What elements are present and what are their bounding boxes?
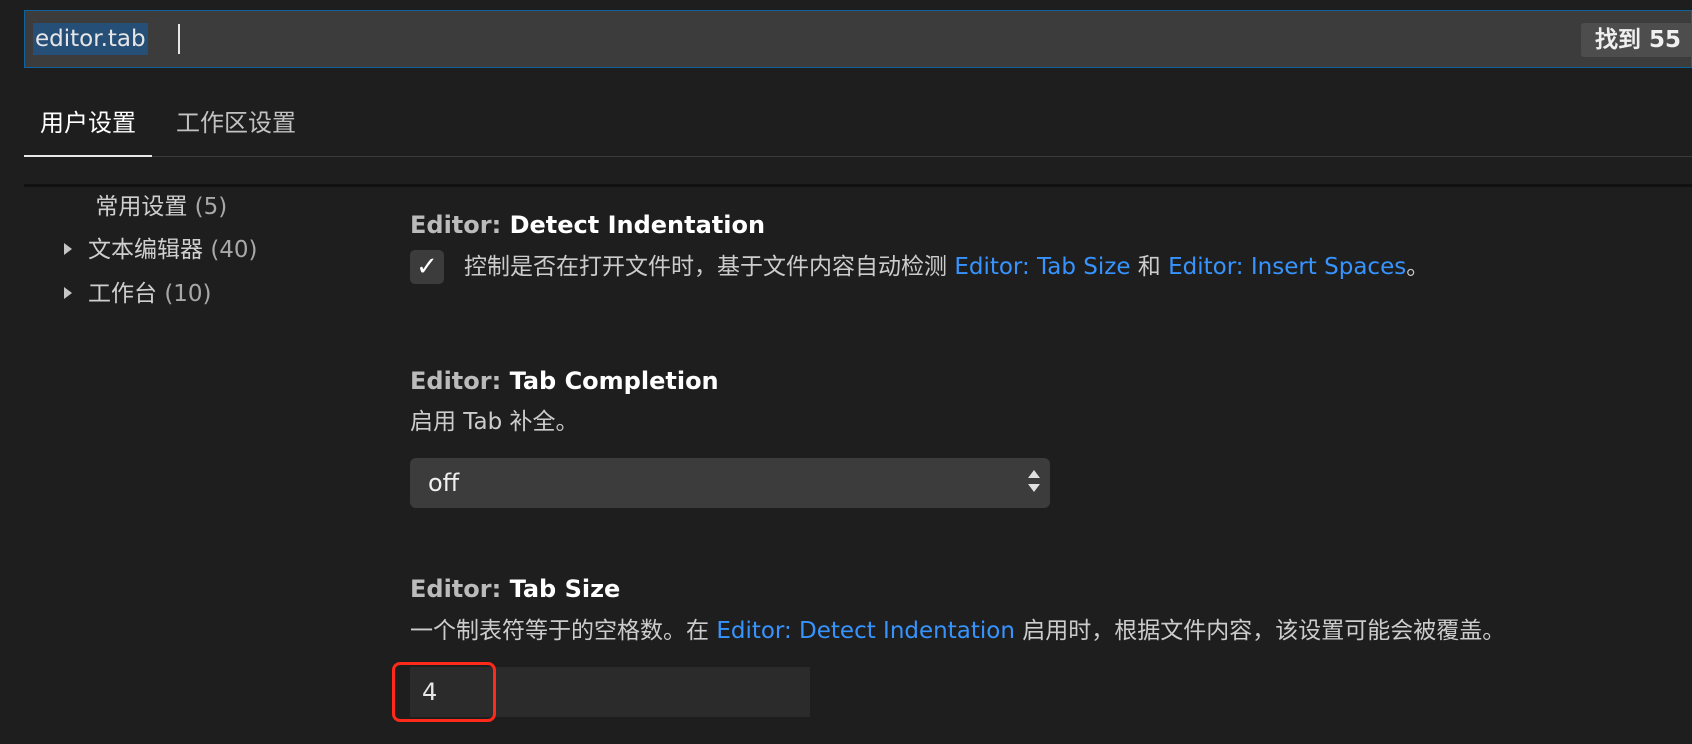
chevron-right-icon[interactable] — [64, 242, 72, 255]
setting-description-tab-size: 一个制表符等于的空格数。在 Editor: Detect Indentation… — [410, 614, 1505, 648]
text-caret — [178, 24, 180, 54]
sidebar-item-count: (10) — [164, 281, 212, 307]
setting-description-tab-completion: 启用 Tab 补全。 — [410, 409, 579, 435]
setting-description-detect-indentation: 控制是否在打开文件时，基于文件内容自动检测 Editor: Tab Size 和… — [464, 250, 1429, 284]
settings-scope-tabs: 用户设置 工作区设置 — [24, 100, 1692, 157]
search-result-count: 找到 55 — [1580, 23, 1691, 57]
link-editor-detect-indentation[interactable]: Editor: Detect Indentation — [716, 618, 1015, 644]
tab-user-settings[interactable]: 用户设置 — [24, 100, 152, 157]
arrow-down-icon — [1028, 484, 1040, 492]
sidebar-item-label: 常用设置 — [95, 194, 188, 220]
sidebar-item-workbench[interactable]: 工作台 (10) — [64, 277, 212, 311]
search-input-value[interactable]: editor.tab — [33, 23, 148, 55]
setting-category: Editor: — [410, 575, 510, 603]
setting-name: Tab Size — [509, 575, 621, 603]
sidebar-item-text-editor[interactable]: 文本编辑器 (40) — [64, 233, 258, 267]
chevron-right-icon[interactable] — [64, 286, 72, 299]
description-text: 和 — [1130, 254, 1169, 280]
sidebar-item-label: 工作台 — [88, 281, 157, 307]
settings-editor: editor.tab 找到 55 用户设置 工作区设置 常用设置 (5) 文本编… — [0, 0, 1692, 744]
setting-name: Detect Indentation — [509, 211, 766, 239]
setting-name: Tab Completion — [509, 367, 719, 395]
setting-title-tab-size: Editor: Tab Size — [410, 572, 620, 606]
select-updown-icon — [1028, 470, 1040, 496]
settings-search-box[interactable]: editor.tab 找到 55 — [24, 10, 1692, 68]
setting-title-detect-indentation: Editor: Detect Indentation — [410, 208, 765, 242]
description-text: 。 — [1406, 254, 1430, 280]
sidebar-item-count: (40) — [210, 237, 258, 263]
detect-indentation-checkbox[interactable]: ✓ — [410, 250, 444, 284]
description-text: 启用时，根据文件内容，该设置可能会被覆盖。 — [1014, 618, 1506, 644]
tab-workspace-settings[interactable]: 工作区设置 — [160, 100, 312, 155]
sidebar-item-label: 文本编辑器 — [88, 237, 203, 263]
setting-title-tab-completion: Editor: Tab Completion — [410, 364, 719, 398]
sidebar-item-count: (5) — [194, 194, 228, 220]
checkmark-icon: ✓ — [416, 252, 438, 282]
description-text: 一个制表符等于的空格数。在 — [410, 618, 717, 644]
tab-size-value: 4 — [422, 678, 438, 706]
sidebar-item-common-settings[interactable]: 常用设置 (5) — [64, 190, 227, 224]
setting-category: Editor: — [410, 211, 510, 239]
description-text: 控制是否在打开文件时，基于文件内容自动检测 — [464, 254, 955, 280]
tab-size-input[interactable]: 4 — [410, 667, 810, 717]
arrow-up-icon — [1028, 470, 1040, 478]
tabs-divider — [24, 184, 1692, 187]
link-editor-insert-spaces[interactable]: Editor: Insert Spaces — [1168, 254, 1406, 280]
link-editor-tab-size[interactable]: Editor: Tab Size — [954, 254, 1130, 280]
setting-category: Editor: — [410, 367, 510, 395]
select-value: off — [428, 469, 460, 497]
tab-completion-select[interactable]: off — [410, 458, 1050, 508]
